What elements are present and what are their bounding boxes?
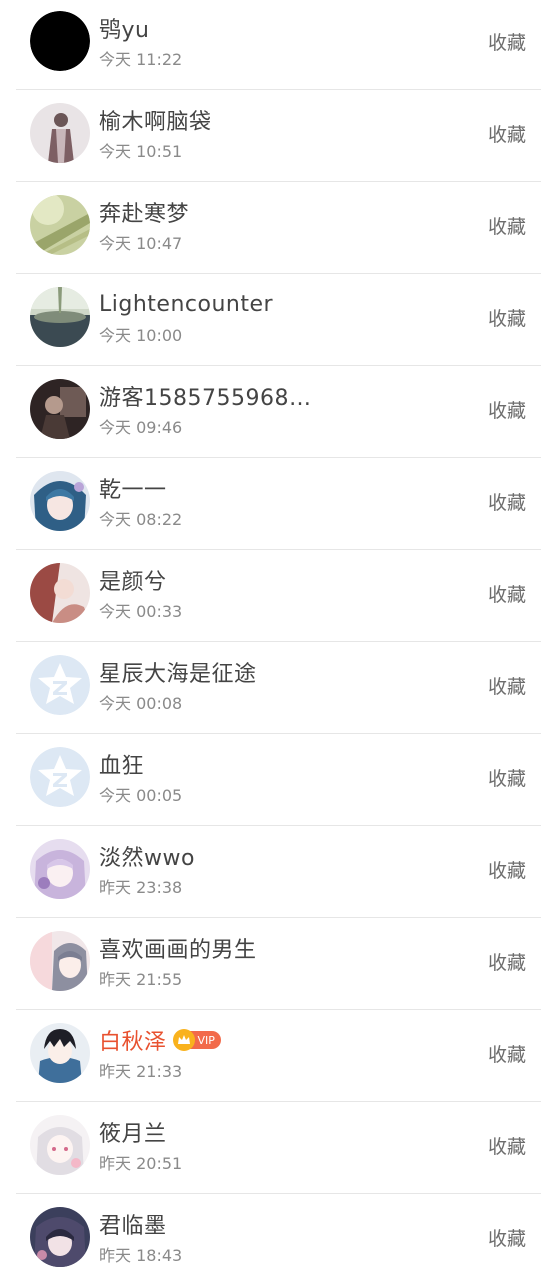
favorite-button[interactable]: 收藏 xyxy=(488,28,526,55)
avatar[interactable] xyxy=(30,11,90,71)
visit-time: 今天 00:33 xyxy=(99,602,183,621)
visit-time: 昨天 18:43 xyxy=(99,1246,183,1265)
avatar[interactable] xyxy=(30,655,90,715)
favorite-button[interactable]: 收藏 xyxy=(488,948,526,975)
user-name[interactable]: 鸮yu xyxy=(99,12,149,44)
favorite-button[interactable]: 收藏 xyxy=(488,764,526,791)
user-name[interactable]: 榆木啊脑袋 xyxy=(99,104,212,136)
list-item[interactable]: 血狂 今天 00:05 收藏 xyxy=(0,734,557,826)
visit-time: 昨天 23:38 xyxy=(99,878,183,897)
avatar[interactable] xyxy=(30,1115,90,1175)
avatar[interactable] xyxy=(30,103,90,163)
list-item[interactable]: 奔赴寒梦 今天 10:47 收藏 xyxy=(0,182,557,274)
user-name[interactable]: 奔赴寒梦 xyxy=(99,196,189,228)
avatar[interactable] xyxy=(30,471,90,531)
list-item[interactable]: 白秋泽 VIP 昨天 21:33 收藏 xyxy=(0,1010,557,1102)
avatar[interactable] xyxy=(30,195,90,255)
list-item[interactable]: 乾一一 今天 08:22 收藏 xyxy=(0,458,557,550)
vip-label: VIP xyxy=(197,1033,215,1047)
user-name[interactable]: 筱月兰 xyxy=(99,1116,167,1148)
list-item[interactable]: 榆木啊脑袋 今天 10:51 收藏 xyxy=(0,90,557,182)
user-name[interactable]: 游客1585755968… xyxy=(99,380,311,412)
favorite-button[interactable]: 收藏 xyxy=(488,856,526,883)
favorite-button[interactable]: 收藏 xyxy=(488,1224,526,1251)
avatar[interactable] xyxy=(30,1023,90,1083)
favorite-button[interactable]: 收藏 xyxy=(488,1132,526,1159)
user-name[interactable]: 乾一一 xyxy=(99,472,167,504)
visit-time: 昨天 21:33 xyxy=(99,1062,183,1081)
avatar[interactable] xyxy=(30,379,90,439)
visitor-list: 鸮yu 今天 11:22 收藏 榆木啊脑袋 今天 10:51 收藏 奔赴寒梦 今… xyxy=(0,0,557,1280)
user-name[interactable]: 淡然wwo xyxy=(99,840,195,872)
favorite-button[interactable]: 收藏 xyxy=(488,580,526,607)
default-star-icon xyxy=(30,655,90,715)
favorite-button[interactable]: 收藏 xyxy=(488,488,526,515)
avatar[interactable] xyxy=(30,747,90,807)
user-name[interactable]: 白秋泽 xyxy=(99,1024,167,1056)
list-item[interactable]: 游客1585755968… 今天 09:46 收藏 xyxy=(0,366,557,458)
avatar[interactable] xyxy=(30,287,90,347)
list-item[interactable]: 星辰大海是征途 今天 00:08 收藏 xyxy=(0,642,557,734)
visit-time: 今天 00:05 xyxy=(99,786,183,805)
favorite-button[interactable]: 收藏 xyxy=(488,304,526,331)
visit-time: 今天 00:08 xyxy=(99,694,183,713)
favorite-button[interactable]: 收藏 xyxy=(488,672,526,699)
list-item[interactable]: 筱月兰 昨天 20:51 收藏 xyxy=(0,1102,557,1194)
default-star-icon xyxy=(30,747,90,807)
favorite-button[interactable]: 收藏 xyxy=(488,212,526,239)
vip-badge: VIP xyxy=(172,1029,221,1051)
visit-time: 今天 08:22 xyxy=(99,510,183,529)
visit-time: 昨天 20:51 xyxy=(99,1154,183,1173)
list-item[interactable]: Lightencounter 今天 10:00 收藏 xyxy=(0,274,557,366)
avatar[interactable] xyxy=(30,563,90,623)
user-name[interactable]: 君临墨 xyxy=(99,1208,167,1240)
favorite-button[interactable]: 收藏 xyxy=(488,396,526,423)
visit-time: 今天 10:00 xyxy=(99,326,183,345)
list-item[interactable]: 淡然wwo 昨天 23:38 收藏 xyxy=(0,826,557,918)
avatar[interactable] xyxy=(30,931,90,991)
list-item[interactable]: 是颜兮 今天 00:33 收藏 xyxy=(0,550,557,642)
visit-time: 今天 10:47 xyxy=(99,234,183,253)
favorite-button[interactable]: 收藏 xyxy=(488,1040,526,1067)
visit-time: 今天 10:51 xyxy=(99,142,183,161)
avatar[interactable] xyxy=(30,1207,90,1267)
avatar[interactable] xyxy=(30,839,90,899)
visit-time: 今天 11:22 xyxy=(99,50,183,69)
user-name[interactable]: 星辰大海是征途 xyxy=(99,656,257,688)
list-item[interactable]: 喜欢画画的男生 昨天 21:55 收藏 xyxy=(0,918,557,1010)
favorite-button[interactable]: 收藏 xyxy=(488,120,526,147)
list-item[interactable]: 鸮yu 今天 11:22 收藏 xyxy=(0,0,557,90)
visit-time: 今天 09:46 xyxy=(99,418,183,437)
user-name[interactable]: 血狂 xyxy=(99,748,144,780)
crown-icon xyxy=(172,1029,195,1051)
user-name[interactable]: Lightencounter xyxy=(99,292,273,317)
list-item[interactable]: 君临墨 昨天 18:43 收藏 xyxy=(0,1194,557,1280)
user-name[interactable]: 喜欢画画的男生 xyxy=(99,932,257,964)
user-name[interactable]: 是颜兮 xyxy=(99,564,167,596)
visit-time: 昨天 21:55 xyxy=(99,970,183,989)
